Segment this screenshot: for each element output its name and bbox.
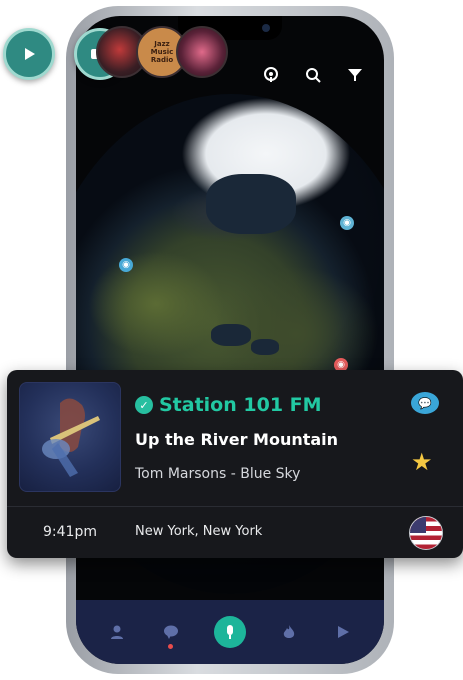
us-flag-icon bbox=[409, 516, 443, 550]
local-time: 9:41pm bbox=[43, 524, 97, 540]
verified-badge-icon: ✓ bbox=[135, 396, 153, 414]
play-fab-button[interactable] bbox=[3, 28, 55, 80]
station-location: New York, New York bbox=[135, 524, 263, 539]
header-actions bbox=[262, 66, 364, 84]
profile-icon[interactable] bbox=[106, 621, 128, 643]
podcast-icon[interactable] bbox=[262, 66, 280, 84]
filter-icon[interactable] bbox=[346, 66, 364, 84]
chat-icon[interactable] bbox=[160, 621, 182, 649]
station-thumbnails: Jazz Music Radio bbox=[96, 26, 228, 78]
artist-album: Tom Marsons - Blue Sky bbox=[135, 466, 301, 482]
station-thumb-label: Jazz Music Radio bbox=[150, 40, 174, 64]
notification-dot bbox=[168, 644, 173, 649]
play-icon[interactable] bbox=[332, 621, 354, 643]
station-thumb[interactable] bbox=[176, 26, 228, 78]
now-playing-card[interactable]: ✓ Station 101 FM Up the River Mountain T… bbox=[7, 370, 463, 558]
station-name: Station 101 FM bbox=[159, 394, 322, 416]
chat-bubbles-icon[interactable]: 💬 bbox=[411, 392, 439, 414]
album-art bbox=[19, 382, 121, 492]
phone-screen: ◉ ◉ ◉ bbox=[76, 16, 384, 664]
microphone-button[interactable] bbox=[214, 616, 246, 648]
radio-icon: ◉ bbox=[122, 260, 130, 270]
search-icon[interactable] bbox=[304, 66, 322, 84]
play-icon bbox=[25, 48, 35, 60]
radio-icon: ◉ bbox=[337, 360, 345, 370]
star-icon[interactable]: ★ bbox=[411, 448, 433, 476]
fire-icon[interactable] bbox=[278, 621, 300, 643]
bottom-navigation bbox=[76, 600, 384, 664]
card-divider bbox=[7, 506, 463, 507]
microphone-icon bbox=[227, 625, 233, 639]
station-pin[interactable]: ◉ bbox=[340, 216, 354, 230]
front-camera bbox=[262, 24, 270, 32]
station-pin[interactable]: ◉ bbox=[119, 258, 133, 272]
phone-frame: ◉ ◉ ◉ bbox=[66, 6, 394, 674]
radio-icon: ◉ bbox=[343, 218, 351, 228]
song-title: Up the River Mountain bbox=[135, 430, 339, 449]
